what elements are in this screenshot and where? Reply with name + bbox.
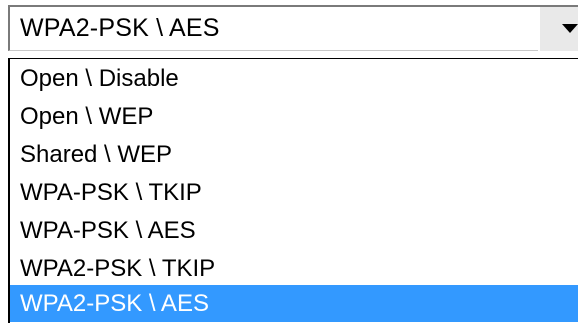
option-open-disable[interactable]: Open \ Disable [10, 60, 578, 97]
option-open-wep[interactable]: Open \ WEP [10, 98, 578, 135]
option-wpa-psk-tkip[interactable]: WPA-PSK \ TKIP [10, 174, 578, 211]
option-wpa2-psk-aes[interactable]: WPA2-PSK \ AES [10, 285, 578, 322]
select-current-value: WPA2-PSK \ AES [20, 14, 220, 42]
dropdown-option-list: Open \ Disable Open \ WEP Shared \ WEP W… [8, 58, 578, 323]
option-wpa2-psk-tkip[interactable]: WPA2-PSK \ TKIP [10, 250, 578, 287]
option-wpa-psk-aes[interactable]: WPA-PSK \ AES [10, 212, 578, 249]
chevron-down-icon [562, 24, 578, 33]
security-mode-select[interactable]: WPA2-PSK \ AES [8, 5, 578, 51]
dropdown-button[interactable] [538, 7, 578, 51]
option-shared-wep[interactable]: Shared \ WEP [10, 136, 578, 173]
